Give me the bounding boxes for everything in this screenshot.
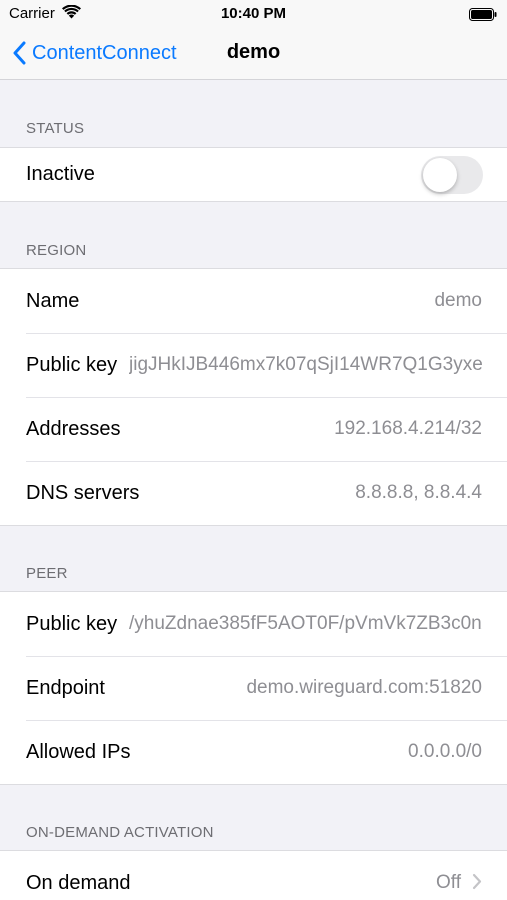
row-value: /yhuZdnae385fF5AOT0F/pVmVk7ZB3c0nAmELtXp… bbox=[129, 613, 482, 634]
toggle-knob bbox=[423, 158, 457, 192]
list-item-allowed-ips: Allowed IPs 0.0.0.0/0 bbox=[0, 720, 507, 784]
list-item-name: Name demo bbox=[0, 269, 507, 333]
on-demand-value: Off bbox=[436, 872, 461, 893]
row-value: jigJHkIJB446mx7k07qSjI14WR7Q1G3yxeFuMAjp… bbox=[129, 354, 482, 375]
row-value: 8.8.8.8, 8.8.4.4 bbox=[355, 482, 482, 503]
status-bar: Carrier 10:40 PM bbox=[0, 0, 507, 28]
section-header-peer: PEER bbox=[26, 565, 68, 582]
row-label: On demand bbox=[26, 871, 131, 894]
page-title-text: demo bbox=[226, 41, 281, 63]
region-group: Name demo Public key jigJHkIJB446mx7k07q… bbox=[0, 268, 507, 526]
list-item-dns-servers: DNS servers 8.8.8.8, 8.8.4.4 bbox=[0, 461, 507, 525]
row-label: Endpoint bbox=[26, 676, 105, 699]
row-label: Public key bbox=[26, 612, 118, 635]
row-label: Public key bbox=[26, 353, 118, 376]
section-header-region: REGION bbox=[26, 242, 87, 259]
row-value: 192.168.4.214/32 bbox=[334, 418, 482, 439]
page-title: demo bbox=[0, 41, 507, 64]
on-demand-row[interactable]: On demand Off bbox=[0, 851, 507, 900]
list-item-peer-public-key: Public key /yhuZdnae385fF5AOT0F/pVmVk7ZB… bbox=[0, 592, 507, 656]
section-header-status: STATUS bbox=[26, 120, 85, 137]
row-label: DNS servers bbox=[26, 481, 140, 504]
activation-toggle[interactable] bbox=[421, 156, 483, 194]
list-item-addresses: Addresses 192.168.4.214/32 bbox=[0, 397, 507, 461]
peer-group: Public key /yhuZdnae385fF5AOT0F/pVmVk7ZB… bbox=[0, 591, 507, 785]
status-label: Inactive bbox=[26, 163, 95, 185]
battery-icon bbox=[469, 8, 497, 21]
on-demand-group: On demand Off bbox=[0, 850, 507, 900]
clock: 10:40 PM bbox=[220, 5, 287, 22]
list-item-endpoint: Endpoint demo.wireguard.com:51820 bbox=[0, 656, 507, 720]
row-label: Allowed IPs bbox=[26, 740, 131, 763]
status-row: Inactive bbox=[0, 148, 507, 201]
status-group: Inactive bbox=[0, 147, 507, 202]
row-value: demo bbox=[434, 290, 482, 311]
row-label: Name bbox=[26, 289, 80, 312]
row-value: demo.wireguard.com:51820 bbox=[246, 677, 482, 698]
section-header-on-demand: ON-DEMAND ACTIVATION bbox=[26, 824, 214, 841]
list-item-public-key: Public key jigJHkIJB446mx7k07qSjI14WR7Q1… bbox=[0, 333, 507, 397]
row-value: 0.0.0.0/0 bbox=[408, 741, 482, 762]
chevron-right-icon bbox=[472, 873, 482, 890]
navigation-bar: ContentConnect demo bbox=[0, 28, 507, 80]
row-label: Addresses bbox=[26, 417, 121, 440]
